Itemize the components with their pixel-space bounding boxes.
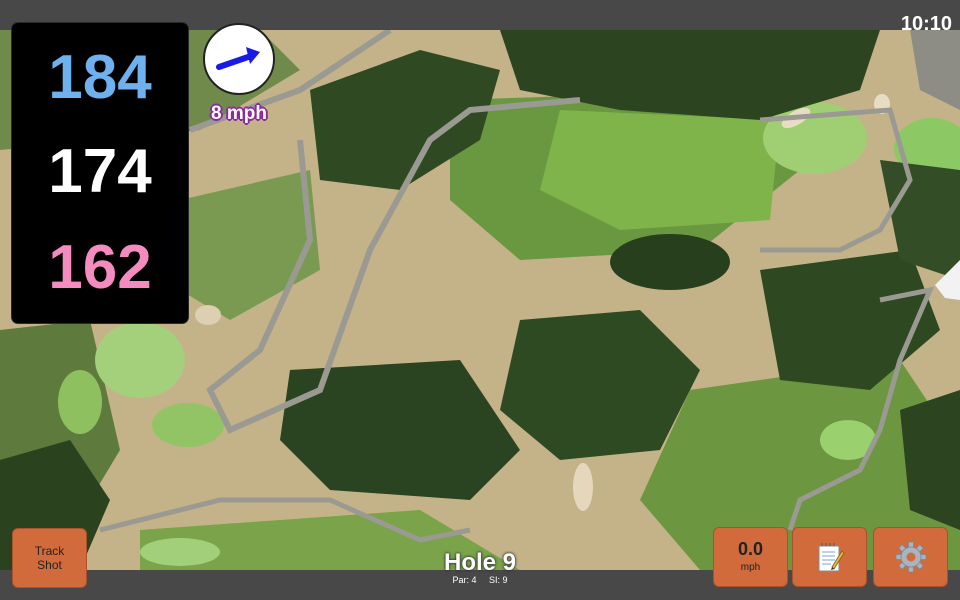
arrow-icon [216,47,260,70]
wind-indicator [203,23,275,95]
hole-par: Par: 4 [452,575,477,585]
speed-unit: mph [740,562,761,573]
hole-details: Par: 4 SI: 9 [420,575,540,586]
front-distance: 162 [48,233,152,302]
yardage-panel: 184 174 162 [11,22,189,324]
settings-button[interactable] [873,527,948,587]
clock-time: 10:10 [900,13,952,35]
hole-title: Hole 9 [443,549,517,576]
gear-icon [895,541,926,573]
speed-button[interactable]: 0.0 mph [713,527,788,587]
hole-stroke-index: SI: 9 [489,575,508,585]
hole-info: Hole 9 Par: 4 SI: 9 [420,550,540,586]
track-shot-label-line1: Track [34,544,65,558]
notes-button[interactable] [792,527,867,587]
middle-distance: 174 [48,137,152,206]
back-distance: 184 [48,43,152,112]
notepad-icon [818,543,845,572]
track-shot-button[interactable]: Track Shot [12,528,87,588]
wind-speed-label: 8 mph [211,103,267,124]
speed-value: 0.0 [737,539,764,559]
track-shot-label-line2: Shot [37,558,62,572]
